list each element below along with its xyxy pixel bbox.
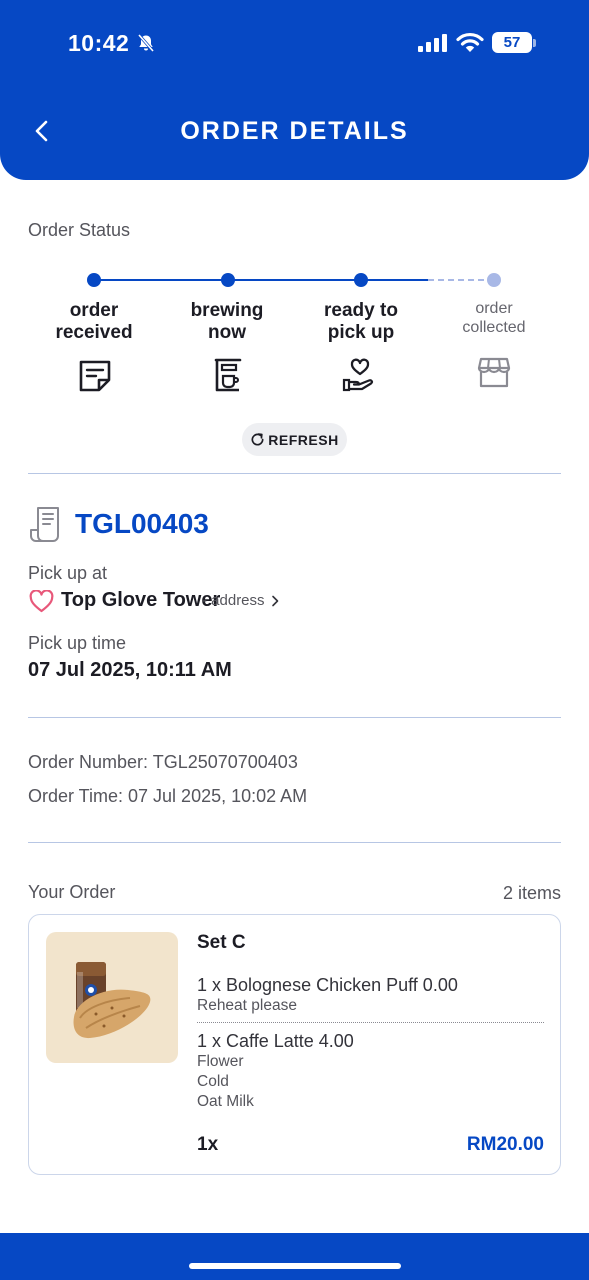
- order-status-label: Order Status: [28, 220, 131, 240]
- progress-track-pending: [428, 279, 494, 281]
- step-label-order-collected: order collected: [462, 300, 526, 336]
- refresh-label: REFRESH: [268, 431, 339, 448]
- address-link[interactable]: - address: [202, 592, 279, 609]
- refresh-button[interactable]: REFRESH: [242, 423, 347, 456]
- progress-track-done: [94, 279, 428, 281]
- receipt-icon: [30, 507, 59, 542]
- store-icon: [477, 357, 511, 388]
- divider: [28, 473, 561, 474]
- heart-icon: [29, 590, 54, 613]
- step-label-brewing-now: brewing now: [190, 300, 264, 343]
- status-time: 10:42: [68, 30, 130, 56]
- order-code: TGL00403: [75, 508, 209, 539]
- order-line-note: Cold: [197, 1073, 229, 1090]
- battery-level: 57: [492, 32, 532, 53]
- order-line-note: Reheat please: [197, 997, 297, 1014]
- your-order-label: Your Order: [28, 882, 116, 902]
- wifi-icon: [456, 32, 484, 52]
- coffee-machine-icon: [214, 358, 242, 392]
- product-illustration: [73, 962, 151, 1039]
- items-count: 2 items: [502, 883, 561, 903]
- pickup-time: 07 Jul 2025, 10:11 AM: [28, 659, 232, 681]
- order-line-title: 1 x Caffe Latte 4.00: [197, 1031, 354, 1051]
- hand-heart-icon: [342, 358, 374, 392]
- refresh-icon: [251, 433, 264, 446]
- order-number: Order Number: TGL25070700403: [28, 752, 298, 772]
- app-header: 10:42 57 ORDER DETAILS: [0, 0, 589, 180]
- step-dot-ready-to-pick-up: [354, 273, 368, 287]
- step-dot-order-received: [87, 273, 101, 287]
- battery-indicator: 57: [492, 32, 536, 54]
- step-dot-order-collected: [487, 273, 501, 287]
- order-line-note: Flower: [197, 1053, 244, 1070]
- note-icon: [79, 360, 111, 392]
- chevron-right-icon: [271, 595, 278, 606]
- step-label-ready-to-pick-up: ready to pick up: [324, 300, 398, 343]
- page-title: ORDER DETAILS: [180, 117, 409, 145]
- address-label: - address: [202, 592, 265, 609]
- order-line-title: 1 x Bolognese Chicken Puff 0.00: [197, 975, 458, 995]
- product-image: [46, 932, 178, 1063]
- item-price: RM20.00: [466, 1134, 544, 1155]
- home-indicator[interactable]: [189, 1263, 401, 1269]
- order-line-note: Oat Milk: [197, 1093, 254, 1110]
- bell-muted-icon: [137, 34, 155, 52]
- signal-icon: [418, 34, 447, 52]
- divider: [28, 717, 561, 718]
- item-quantity: 1x: [197, 1134, 219, 1155]
- step-label-order-received: order received: [55, 300, 133, 343]
- divider: [28, 842, 561, 843]
- order-time: Order Time: 07 Jul 2025, 10:02 AM: [28, 786, 308, 806]
- step-dot-brewing-now: [221, 273, 235, 287]
- item-name: Set C: [197, 932, 246, 953]
- order-item-card: Set C 1 x Bolognese Chicken Puff 0.00 Re…: [28, 914, 561, 1175]
- pickup-time-label: Pick up time: [28, 633, 127, 653]
- dotted-separator: [197, 1022, 544, 1023]
- bottom-bar: [0, 1233, 589, 1280]
- store-name: Top Glove Tower: [61, 589, 221, 611]
- pickup-at-label: Pick up at: [28, 563, 108, 583]
